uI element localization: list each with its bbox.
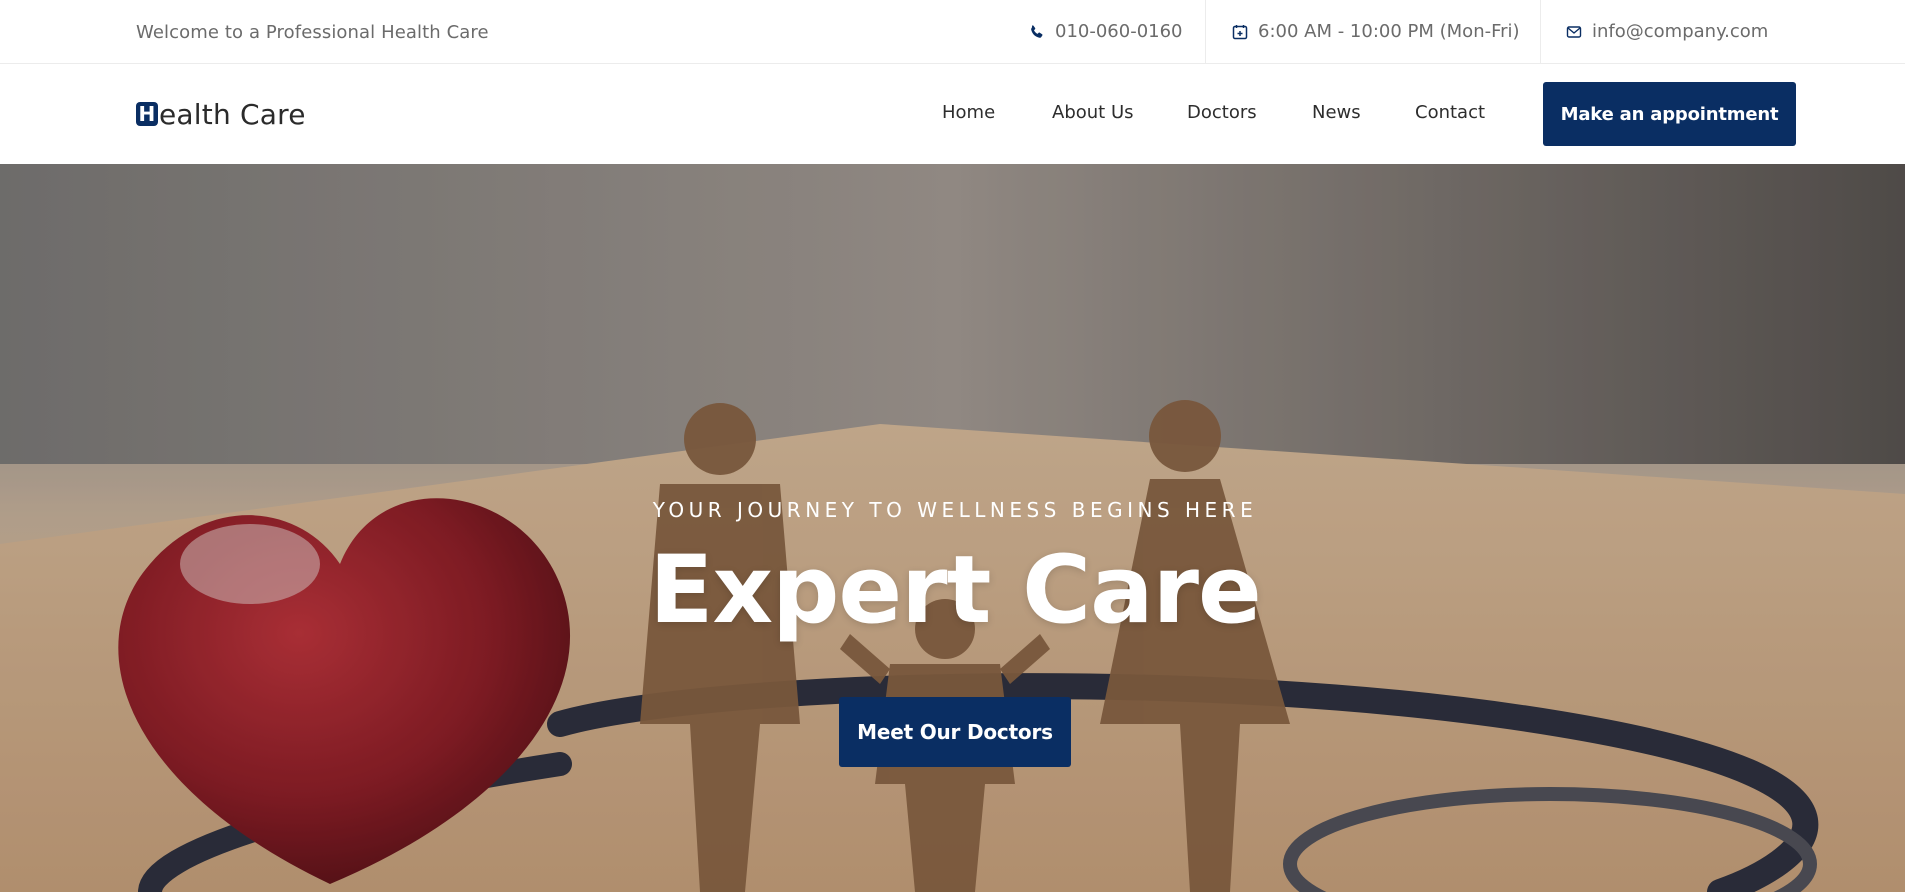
nav-contact[interactable]: Contact — [1415, 102, 1485, 123]
meet-doctors-button[interactable]: Meet Our Doctors — [839, 697, 1071, 767]
make-appointment-button[interactable]: Make an appointment — [1543, 82, 1796, 146]
nav-about-us[interactable]: About Us — [1052, 102, 1134, 123]
welcome-text: Welcome to a Professional Health Care — [136, 22, 489, 43]
nav-news[interactable]: News — [1312, 102, 1361, 123]
email-address: info@company.com — [1592, 21, 1769, 42]
divider — [1540, 0, 1541, 63]
logo-initial: H — [136, 102, 158, 126]
phone-contact[interactable]: 010-060-0160 — [1029, 0, 1205, 63]
main-header: H ealth Care Home About Us Doctors News … — [0, 64, 1905, 164]
opening-hours: 6:00 AM - 10:00 PM (Mon-Fri) — [1232, 0, 1540, 63]
calendar-icon — [1232, 24, 1248, 39]
hero-overlay — [0, 164, 1905, 892]
logo-text: ealth Care — [159, 97, 306, 131]
divider — [1205, 0, 1206, 63]
phone-icon — [1031, 24, 1043, 38]
hero-section: YOUR JOURNEY TO WELLNESS BEGINS HERE Exp… — [0, 164, 1905, 892]
nav-home[interactable]: Home — [942, 102, 995, 123]
hours-text: 6:00 AM - 10:00 PM (Mon-Fri) — [1258, 21, 1520, 42]
top-info-bar: Welcome to a Professional Health Care 01… — [0, 0, 1905, 64]
envelope-icon — [1566, 25, 1582, 38]
hero-title: Expert Care — [649, 536, 1261, 645]
nav-doctors[interactable]: Doctors — [1187, 102, 1257, 123]
email-contact[interactable]: info@company.com — [1566, 0, 1791, 63]
phone-number: 010-060-0160 — [1055, 21, 1183, 42]
hero-subtitle: YOUR JOURNEY TO WELLNESS BEGINS HERE — [652, 498, 1258, 522]
site-logo[interactable]: H ealth Care — [136, 97, 306, 131]
